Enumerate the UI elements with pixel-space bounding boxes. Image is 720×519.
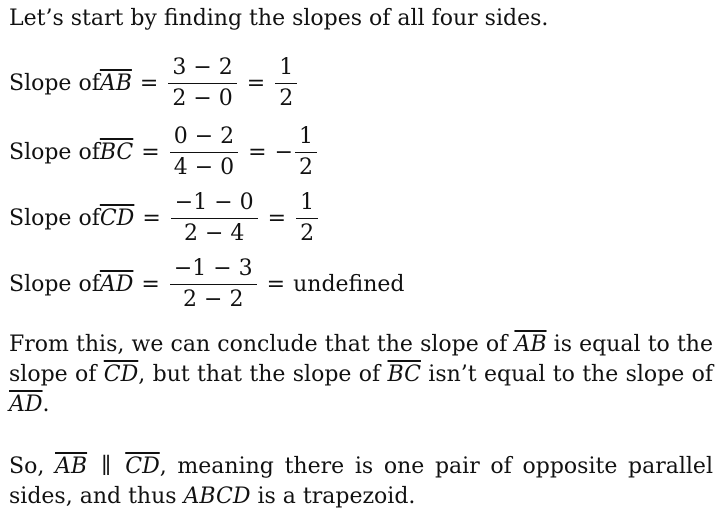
segment-cd: CD	[125, 454, 160, 479]
result-numerator: 1	[275, 55, 298, 84]
segment-ad: AD	[99, 271, 134, 297]
text: .	[42, 392, 50, 417]
equals-sign: =	[248, 139, 267, 165]
text: is a trapezoid.	[250, 484, 416, 509]
fraction: −1 − 0 2 − 4	[170, 190, 258, 247]
text: From this, we can conclude that the slop…	[9, 332, 515, 357]
quadrilateral-name: ABCD	[183, 484, 251, 509]
result-numerator: 1	[295, 124, 317, 153]
equals-sign: =	[266, 271, 286, 297]
result-numerator: 1	[296, 190, 319, 219]
segment-ab: AB	[55, 454, 88, 479]
slope-equation-bc: Slope of BC = 0 − 2 4 − 0 = − 1 2	[9, 120, 319, 184]
result-fraction: 1 2	[275, 55, 298, 112]
equation-label: Slope of	[9, 139, 100, 165]
text: isn’t equal to the slope of	[420, 362, 713, 387]
slope-equation-cd: Slope of CD = −1 − 0 2 − 4 = 1 2	[9, 186, 320, 250]
text: , but that the slope of	[138, 362, 388, 387]
denominator: 4 − 0	[173, 154, 235, 180]
denominator: 2 − 4	[183, 220, 245, 246]
segment-bc: BC	[99, 139, 134, 165]
denominator: 2 − 0	[172, 85, 233, 111]
segment-cd: CD	[99, 205, 135, 231]
segment-cd: CD	[103, 362, 139, 387]
fraction: 3 − 2 2 − 0	[168, 55, 237, 112]
slope-equation-ad: Slope of AD = −1 − 3 2 − 2 = undefined	[9, 252, 405, 316]
segment-bc: BC	[387, 362, 421, 387]
segment-ab: AB	[514, 332, 547, 357]
result-fraction: 1 2	[295, 124, 317, 181]
equation-label: Slope of	[9, 70, 100, 96]
equals-sign: =	[246, 70, 266, 96]
solution-document: Let’s start by finding the slopes of all…	[0, 0, 720, 519]
fraction: −1 − 3 2 − 2	[169, 256, 257, 313]
equation-label: Slope of	[9, 205, 100, 231]
equals-sign: =	[141, 271, 160, 297]
slope-equation-ab: Slope of AB = 3 − 2 2 − 0 = 1 2	[9, 51, 299, 115]
numerator: −1 − 0	[170, 190, 258, 219]
equation-label: Slope of	[9, 271, 100, 297]
equals-sign: =	[267, 205, 287, 231]
denominator: 2 − 2	[183, 286, 244, 312]
numerator: −1 − 3	[169, 256, 257, 285]
result-denominator: 2	[279, 85, 294, 111]
equals-sign: =	[141, 139, 160, 165]
negative-sign: −	[274, 139, 293, 165]
fraction: 0 − 2 4 − 0	[169, 124, 239, 181]
result-denominator: 2	[300, 220, 315, 246]
equals-sign: =	[139, 70, 159, 96]
conclusion-paragraph: From this, we can conclude that the slop…	[9, 330, 713, 420]
equals-sign: =	[142, 205, 161, 231]
numerator: 3 − 2	[168, 55, 237, 84]
text: So,	[9, 454, 56, 479]
numerator: 0 − 2	[169, 124, 239, 153]
result-fraction: 1 2	[296, 190, 319, 247]
segment-ab: AB	[99, 70, 132, 96]
result-text: undefined	[293, 271, 405, 297]
result-denominator: 2	[299, 154, 313, 180]
parallel-symbol: ∥	[101, 454, 112, 479]
final-paragraph: So, AB ∥ CD, meaning there is one pair of …	[9, 452, 713, 512]
segment-ad: AD	[9, 392, 43, 417]
intro-text: Let’s start by finding the slopes of all…	[9, 6, 549, 31]
